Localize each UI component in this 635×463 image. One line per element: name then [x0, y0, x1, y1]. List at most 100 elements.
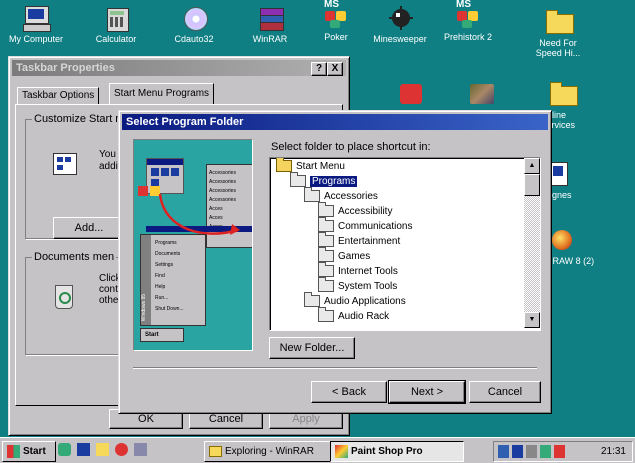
submenu-label: Accessories [209, 179, 236, 185]
program-group-icon [318, 217, 334, 233]
taskbar-properties-titlebar[interactable]: Taskbar Properties [12, 60, 346, 76]
taskbar-button-paint-shop-pro[interactable]: Paint Shop Pro [330, 441, 464, 462]
tree-item-label: Internet Tools [338, 266, 398, 277]
tree-item[interactable]: Accessibility [318, 202, 393, 219]
card-icon [400, 84, 422, 104]
program-group-icon [304, 187, 320, 203]
start-menu-illustration: Accessories Accessories Accessories Acce… [133, 139, 253, 351]
desktop-icon-agnes[interactable]: Agnes [546, 162, 596, 200]
tree-item[interactable]: Programs [290, 172, 358, 189]
close-button[interactable]: X [327, 62, 343, 76]
taskbar: Start Exploring - WinRAR Paint Shop Pro … [0, 437, 635, 463]
media-icon[interactable] [134, 443, 148, 456]
folder-icon [550, 82, 580, 108]
menu-label: Run... [155, 295, 169, 301]
tab-taskbar-options[interactable]: Taskbar Options [17, 87, 100, 104]
quick-launch [58, 443, 192, 459]
tree-item-label: Start Menu [296, 161, 345, 172]
desktop-icon-need-for-speed[interactable]: Need For Speed Hi... [526, 10, 590, 58]
calculator-icon [101, 6, 131, 32]
tray-volume-icon[interactable] [526, 445, 537, 458]
program-group-icon [318, 232, 334, 248]
icon-label: Need For Speed Hi... [535, 38, 581, 58]
recycle-icon [53, 283, 73, 309]
program-group-icon [318, 247, 334, 263]
desktop-icon-winrar[interactable]: WinRAR [238, 6, 302, 44]
desktop-icon-poker[interactable]: MS Poker [304, 0, 368, 42]
channels-icon[interactable] [115, 443, 129, 456]
illustration-start-button: Start [140, 328, 184, 342]
desktop-icon-calculator[interactable]: Calculator [84, 6, 148, 44]
desktop-icon-cdauto32[interactable]: Cdauto32 [162, 6, 226, 44]
desktop-icon-my-computer[interactable]: My Computer [4, 6, 68, 44]
tree-item[interactable]: Internet Tools [318, 262, 398, 279]
ms-games-icon: MS [453, 0, 483, 30]
illustration-start-menu: Windows 95 Programs Documents Settings F… [140, 234, 206, 326]
tray-task-icon[interactable] [554, 445, 565, 458]
scroll-down-button[interactable]: ▼ [524, 312, 540, 328]
scroll-up-button[interactable]: ▲ [524, 158, 540, 174]
desktop-icon[interactable] [77, 443, 91, 456]
icon-label: Poker [324, 32, 348, 42]
tree-item[interactable]: Entertainment [318, 232, 400, 249]
taskbar-button-exploring-winrar[interactable]: Exploring - WinRAR [204, 441, 332, 462]
add-button[interactable]: Add... [53, 217, 125, 239]
icon-label: WinRAR [252, 34, 288, 44]
tree-items: Start Menu Programs Accessories Accessibili… [270, 158, 522, 328]
tree-item[interactable]: Accessories [304, 187, 378, 204]
outlook-icon[interactable] [96, 443, 110, 456]
scroll-thumb[interactable] [524, 174, 540, 196]
new-folder-button[interactable]: New Folder... [269, 337, 355, 359]
tree-scrollbar[interactable]: ▲ ▼ [524, 158, 540, 328]
taskbar-button-label: Paint Shop Pro [351, 446, 423, 457]
windows-logo-icon [7, 444, 20, 458]
tree-item[interactable]: Audio Rack [318, 307, 389, 324]
dialog-titlebar[interactable]: Select Program Folder [122, 114, 548, 130]
tray-display-icon[interactable] [512, 445, 523, 458]
tree-item-label: Programs [310, 176, 358, 187]
icon-label: Agnes [546, 190, 572, 200]
back-button[interactable]: < Back [311, 381, 387, 403]
start-menu-icon [53, 153, 77, 175]
desktop-icon-prehistork-2[interactable]: MS Prehistork 2 [436, 0, 500, 42]
menu-items: Programs Documents Settings Find Help Ru… [155, 238, 184, 315]
app-icon [550, 162, 580, 188]
select-program-folder-dialog: Select Program Folder Accessories Access… [118, 110, 552, 414]
tree-item-label: Accessibility [338, 206, 393, 217]
tree-item-label: Communications [338, 221, 413, 232]
desktop-icon-minesweeper[interactable]: Minesweeper [368, 6, 432, 44]
explorer-icon[interactable] [58, 443, 71, 456]
side-text: Windows 95 [141, 293, 147, 321]
help-button[interactable]: ? [311, 62, 327, 76]
tray-icons [498, 445, 568, 458]
folder-tree[interactable]: Start Menu Programs Accessories Accessibili… [269, 157, 541, 331]
program-group-icon [318, 202, 334, 218]
folder-icon [276, 158, 292, 173]
clock[interactable]: 21:31 [601, 442, 626, 461]
ms-games-icon: MS [321, 0, 351, 30]
group-label: Documents men [32, 251, 117, 263]
cancel-button[interactable]: Cancel [469, 381, 541, 403]
game-icon [470, 84, 494, 104]
tray-network-icon[interactable] [540, 445, 551, 458]
next-button[interactable]: Next > [388, 380, 466, 404]
group-label: Customize Start m [32, 113, 127, 125]
program-group-icon [304, 292, 320, 308]
tree-item[interactable]: Start Menu [276, 158, 345, 174]
button-divider [133, 367, 537, 369]
icon-label: Cdauto32 [174, 34, 214, 44]
folder-icon [209, 445, 222, 457]
tray-shield-icon[interactable] [498, 445, 509, 458]
start-button[interactable]: Start [2, 441, 56, 462]
program-group-icon [318, 277, 334, 293]
menu-label: Documents [155, 251, 181, 257]
window-title: Taskbar Properties [16, 62, 115, 74]
program-group-icon [290, 172, 306, 188]
tree-item[interactable]: Communications [318, 217, 413, 234]
paint-shop-pro-icon [335, 444, 348, 458]
icon-label: Calculator [95, 34, 137, 44]
desktop-icon-draw-8[interactable]: DRAW 8 (2) [546, 228, 600, 266]
tree-item[interactable]: System Tools [318, 277, 397, 294]
winrar-icon [255, 6, 285, 32]
tab-start-menu-programs[interactable]: Start Menu Programs [109, 83, 215, 104]
